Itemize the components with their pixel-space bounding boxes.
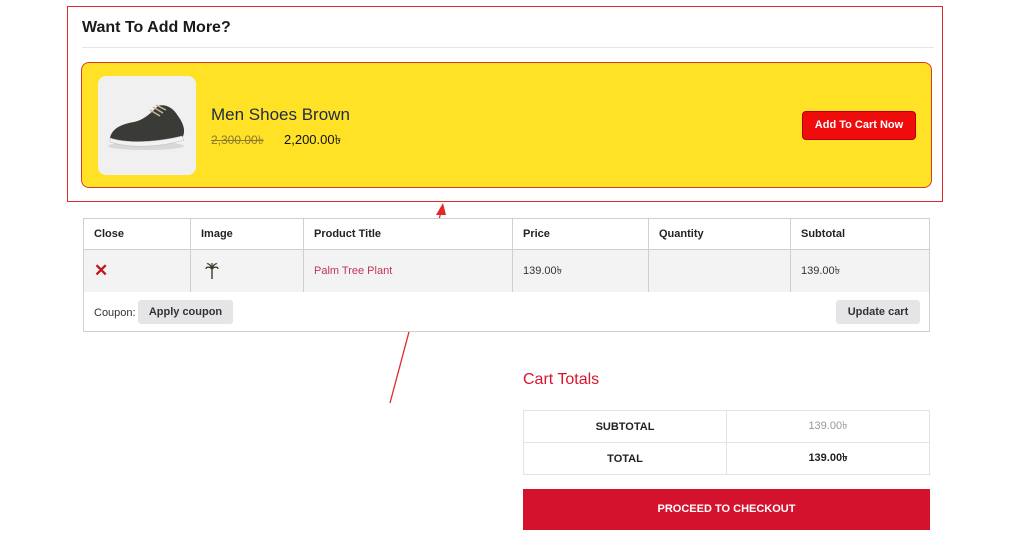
divider bbox=[82, 47, 934, 48]
price-cell: 139.00৳ bbox=[512, 249, 649, 293]
col-header-quantity: Quantity bbox=[648, 218, 791, 250]
total-value: 139.00৳ bbox=[726, 442, 930, 475]
col-header-subtotal: Subtotal bbox=[790, 218, 930, 250]
shoe-icon bbox=[108, 104, 185, 150]
upsell-heading: Want To Add More? bbox=[82, 19, 231, 36]
sale-price: 2,200.00৳ bbox=[284, 132, 342, 147]
upsell-product-card: Men Shoes Brown 2,300.00৳ 2,200.00৳ Add … bbox=[81, 62, 932, 188]
original-price: 2,300.00৳ bbox=[211, 133, 264, 147]
proceed-to-checkout-button[interactable]: PROCEED TO CHECKOUT bbox=[523, 489, 930, 530]
close-icon[interactable]: ✕ bbox=[94, 261, 108, 280]
table-row: SUBTOTAL 139.00৳ bbox=[523, 410, 930, 443]
col-header-close: Close bbox=[83, 218, 191, 250]
coupon-label: Coupon: bbox=[94, 307, 136, 319]
product-name[interactable]: Men Shoes Brown bbox=[211, 105, 350, 125]
col-header-price: Price bbox=[512, 218, 649, 250]
palm-tree-icon[interactable] bbox=[205, 262, 219, 280]
table-row: ✕ Palm Tree Plant 139.00৳ 139.00৳ bbox=[83, 249, 930, 293]
remove-cell: ✕ bbox=[83, 249, 191, 293]
product-image[interactable] bbox=[98, 76, 196, 175]
cart-totals-title: Cart Totals bbox=[523, 371, 600, 388]
coupon-row: Coupon: Apply coupon Update cart bbox=[84, 292, 929, 331]
subtotal-cell: 139.00৳ bbox=[790, 249, 930, 293]
quantity-cell[interactable] bbox=[648, 249, 791, 293]
apply-coupon-button[interactable]: Apply coupon bbox=[138, 300, 233, 324]
subtotal-value: 139.00৳ bbox=[726, 410, 930, 443]
cart-totals-table: SUBTOTAL 139.00৳ TOTAL 139.00৳ bbox=[523, 410, 930, 475]
product-title-cell: Palm Tree Plant bbox=[303, 249, 513, 293]
subtotal-label: SUBTOTAL bbox=[523, 410, 727, 443]
product-title-link[interactable]: Palm Tree Plant bbox=[314, 265, 392, 277]
image-cell bbox=[190, 249, 304, 293]
cart-table: Close Image Product Title Price Quantity… bbox=[83, 218, 930, 332]
table-row: TOTAL 139.00৳ bbox=[523, 442, 930, 475]
cart-header-row: Close Image Product Title Price Quantity… bbox=[83, 218, 930, 250]
col-header-image: Image bbox=[190, 218, 304, 250]
add-to-cart-button[interactable]: Add To Cart Now bbox=[802, 111, 916, 140]
col-header-product-title: Product Title bbox=[303, 218, 513, 250]
update-cart-button[interactable]: Update cart bbox=[836, 300, 920, 324]
total-label: TOTAL bbox=[523, 442, 727, 475]
